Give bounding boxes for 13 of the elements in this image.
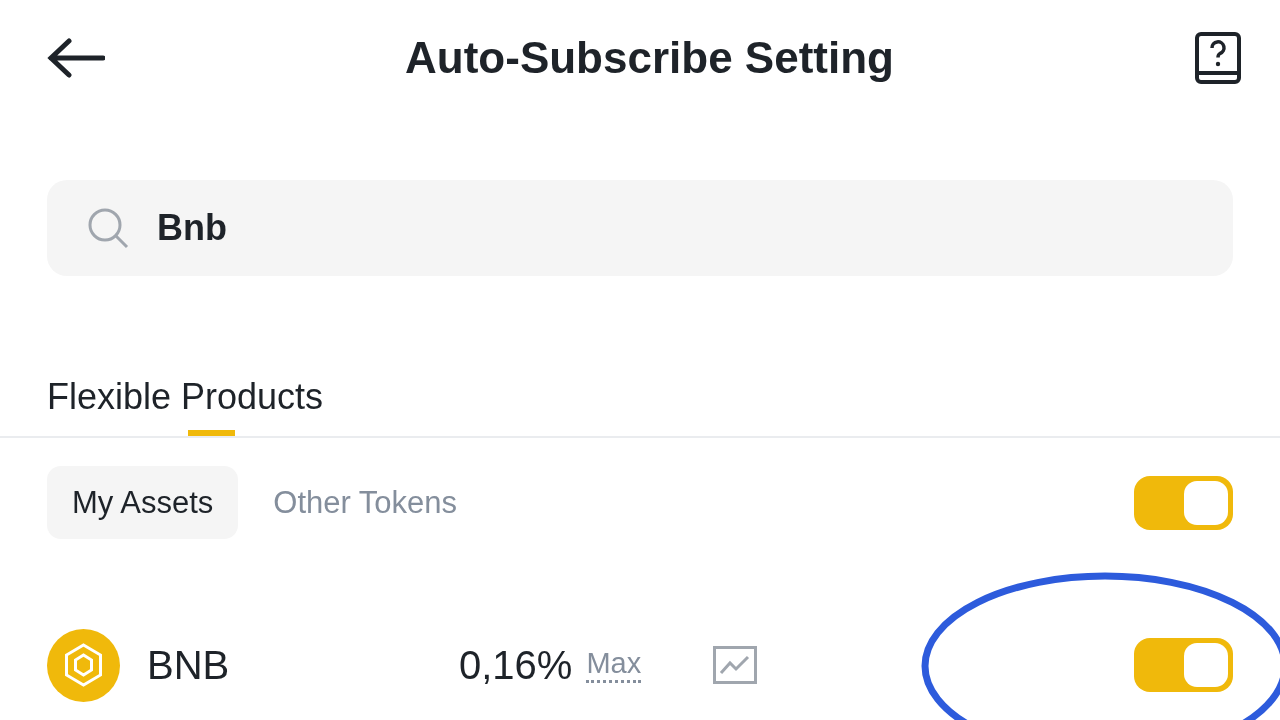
apy-label: Max — [586, 647, 642, 683]
toggle-switch[interactable] — [1134, 638, 1233, 692]
back-arrow-icon[interactable] — [47, 37, 105, 78]
toggle-switch[interactable] — [1134, 475, 1233, 530]
help-book-icon[interactable] — [1194, 30, 1242, 85]
chart-icon[interactable] — [713, 646, 758, 684]
filter-tab[interactable]: My Assets — [47, 466, 239, 539]
product-tab[interactable]: Flexible Products — [47, 358, 324, 436]
coin-icon — [47, 628, 120, 702]
search-field[interactable]: Bnb — [47, 180, 1233, 276]
page-title: Auto-Subscribe Setting — [405, 32, 894, 83]
apy-value: 0,16% — [459, 642, 573, 688]
asset-symbol: BNB — [147, 642, 231, 688]
